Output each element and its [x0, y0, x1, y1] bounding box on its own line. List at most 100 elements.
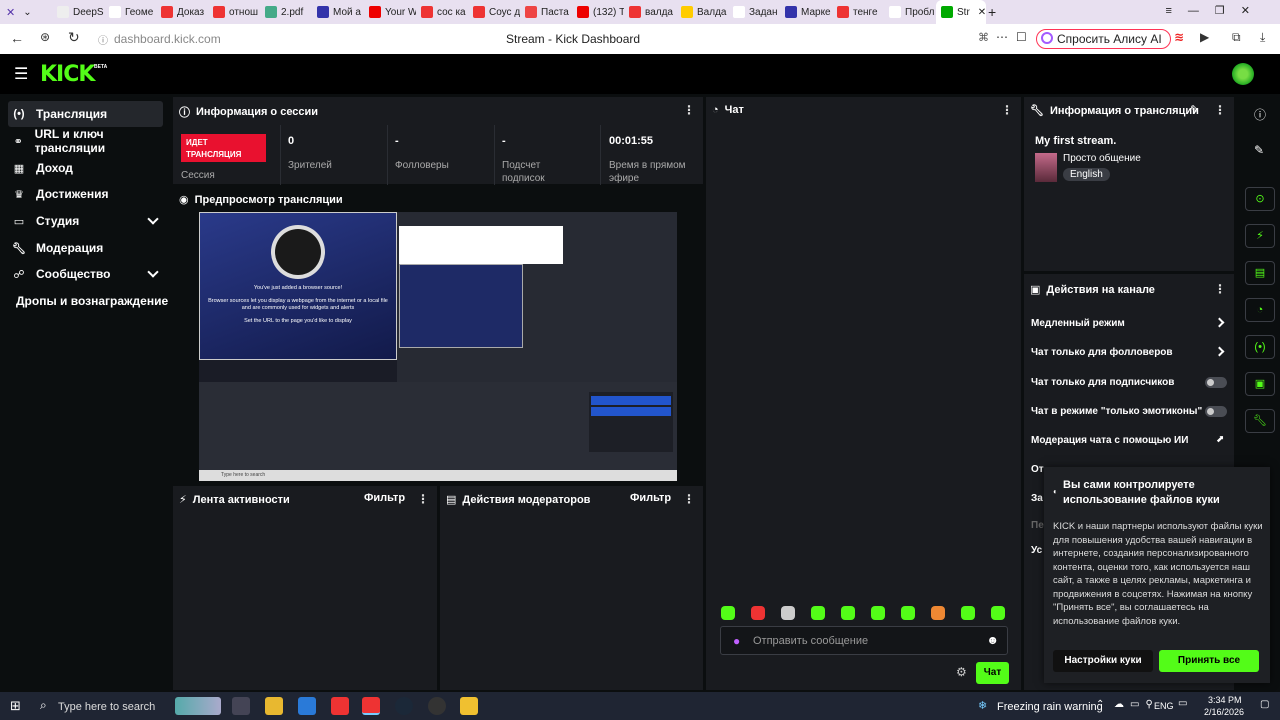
browser-tab[interactable]: DeepS [52, 0, 104, 24]
mod-menu-icon[interactable]: ⋮ [683, 492, 695, 506]
yandex-icon[interactable] [362, 697, 380, 715]
stream-info-menu-icon[interactable]: ⋮ [1214, 103, 1226, 117]
weather-text[interactable]: Freezing rain warning [997, 701, 1103, 713]
new-tab-icon[interactable]: + [988, 4, 996, 20]
emote-only-toggle[interactable] [1205, 406, 1227, 417]
sidebar-item-achievements[interactable]: ♛ Достижения [8, 181, 163, 207]
wrench-icon[interactable]: 🔧︎ [1245, 409, 1275, 433]
bolt-icon[interactable]: ⚡︎ [1245, 224, 1275, 248]
activity-filter-button[interactable]: Фильтр [364, 492, 405, 504]
steam-icon[interactable] [395, 697, 413, 715]
channel-action-row-8[interactable]: Пе [1031, 520, 1044, 531]
cookie-settings-button[interactable]: Настройки куки [1053, 650, 1153, 672]
clock-date[interactable]: 2/16/2026 [1204, 707, 1244, 717]
slow-mode-row[interactable]: Медленный режим [1031, 318, 1125, 329]
notifications-icon[interactable]: ▢ [1260, 699, 1269, 710]
browser-tab[interactable]: (132) Т [572, 0, 624, 24]
windows-start-icon[interactable]: ⊞ [10, 698, 21, 714]
edit-icon[interactable]: ✎ [1190, 103, 1199, 116]
app-icon[interactable] [460, 697, 478, 715]
broadcast-icon[interactable]: (•) [1245, 335, 1275, 359]
emote-icon[interactable] [721, 606, 735, 620]
file-explorer-icon[interactable] [265, 697, 283, 715]
channel-action-row-7[interactable]: За [1031, 493, 1043, 504]
external-link-icon[interactable]: ⬈ [1216, 434, 1224, 445]
window-controls[interactable]: ≡—❐✕ [1166, 4, 1267, 17]
clock-time[interactable]: 3:34 PM [1208, 695, 1242, 705]
translate-icon[interactable]: ⌘ [978, 31, 989, 44]
emote-icon[interactable] [991, 606, 1005, 620]
channel-actions-menu-icon[interactable]: ⋮ [1214, 282, 1226, 296]
sidebar-item-moderation[interactable]: 🔧︎ Модерация [8, 235, 163, 261]
browser-tab[interactable]: Str ✕ [936, 0, 986, 24]
camera-focus-icon[interactable]: ⊙ [1245, 187, 1275, 211]
browser-tab[interactable]: Валда [676, 0, 728, 24]
layout-icon[interactable]: ▣ [1245, 372, 1275, 396]
alice-button[interactable]: Спросить Алису AI [1036, 29, 1171, 49]
browser-tab[interactable]: отнош [208, 0, 260, 24]
browser-tab[interactable]: валда [624, 0, 676, 24]
obs-icon[interactable] [428, 697, 446, 715]
browser-tab[interactable]: Доказ [156, 0, 208, 24]
sidebar-item-income[interactable]: ▦ Доход [8, 155, 163, 181]
mic-icon[interactable]: ● [733, 634, 740, 648]
browser-tab[interactable]: Задан [728, 0, 780, 24]
emote-icon[interactable] [811, 606, 825, 620]
channel-action-row-6[interactable]: От [1031, 464, 1044, 475]
stream-preview-video[interactable]: You've just added a browser source! Brow… [199, 212, 677, 481]
extension-icon[interactable]: ≋ [1174, 30, 1184, 44]
emoji-icon[interactable]: ☻ [986, 633, 999, 647]
edit-icon[interactable]: ✎ [1254, 143, 1264, 157]
chat-settings-icon[interactable]: ⚙ [956, 665, 967, 679]
browser-tab[interactable]: сос ка [416, 0, 468, 24]
download-icon[interactable]: ⤓ [1260, 30, 1265, 45]
browser-tab[interactable]: 2.pdf [260, 0, 312, 24]
browser-tab[interactable]: Геоме [104, 0, 156, 24]
taskbar-search-input[interactable]: Type here to search [58, 701, 155, 713]
mod-filter-button[interactable]: Фильтр [630, 492, 671, 504]
language-indicator[interactable]: ENG [1154, 701, 1174, 711]
emote-icon[interactable] [871, 606, 885, 620]
chat-input[interactable]: ● Отправить сообщение ☻ [720, 626, 1008, 655]
sidebar-item-community[interactable]: ☍ Сообщество [8, 261, 163, 287]
chat-icon[interactable]: ◔ [1245, 298, 1275, 322]
kick-logo[interactable]: KICK [40, 62, 95, 87]
browser-tab[interactable]: Паста [520, 0, 572, 24]
sidebar-item-url-key[interactable]: ⚭ URL и ключ трансляции [8, 127, 163, 155]
cookie-accept-button[interactable]: Принять все [1159, 650, 1259, 672]
emote-icon[interactable] [841, 606, 855, 620]
reader-icon[interactable]: ⊛ [40, 30, 50, 44]
url-text[interactable]: dashboard.kick.com [114, 32, 221, 46]
sidebar-item-broadcast[interactable]: (•) Трансляция [8, 101, 163, 127]
emote-icon[interactable] [931, 606, 945, 620]
emote-icon[interactable] [751, 606, 765, 620]
collections-icon[interactable]: ⧉ [1232, 30, 1241, 45]
store-icon[interactable] [298, 697, 316, 715]
browser-tab[interactable]: Соус д [468, 0, 520, 24]
session-menu-icon[interactable]: ⋮ [683, 103, 695, 117]
emote-icon[interactable] [901, 606, 915, 620]
bookmark-icon[interactable]: ☐ [1016, 30, 1027, 44]
tab-menu-icon[interactable]: ⌄ [23, 7, 31, 18]
reload-icon[interactable]: ↻ [68, 29, 80, 46]
browser-tab[interactable]: Пробл [884, 0, 936, 24]
more-icon[interactable]: ⋯ [996, 30, 1008, 44]
info-icon[interactable]: ⓘ [1254, 106, 1266, 123]
subscribers-only-toggle[interactable] [1205, 377, 1227, 388]
browser-logo-icon[interactable]: ✕ [6, 6, 15, 19]
hamburger-menu-icon[interactable]: ☰ [14, 64, 28, 84]
sidebar-item-studio[interactable]: ▭ Студия [8, 208, 163, 234]
channel-action-row-9[interactable]: Ус [1031, 545, 1042, 556]
close-tab-icon[interactable]: ✕ [978, 7, 986, 18]
emote-icon[interactable] [961, 606, 975, 620]
yandex-browser-icon[interactable] [331, 697, 349, 715]
ai-moderation-row[interactable]: Модерация чата с помощью ИИ [1031, 435, 1188, 446]
emote-icon[interactable] [781, 606, 795, 620]
tray-chevron-icon[interactable]: ⌃ [1096, 699, 1104, 710]
taskbar-widget-icon[interactable] [175, 697, 221, 715]
avatar[interactable] [1232, 63, 1254, 85]
media-icon[interactable]: ▶ [1200, 30, 1209, 44]
chat-menu-icon[interactable]: ⋮ [1001, 103, 1013, 117]
browser-tab[interactable]: Мой а [312, 0, 364, 24]
chat-send-button[interactable]: Чат [976, 662, 1009, 684]
